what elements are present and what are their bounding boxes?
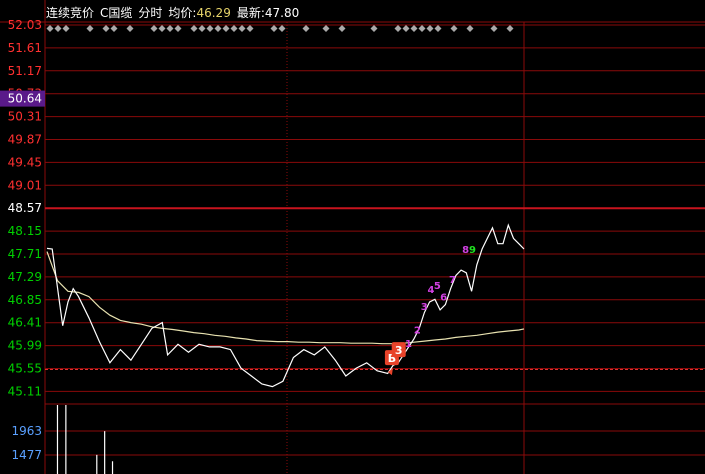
y-tick-label: 51.17 [8,64,42,78]
y-tick-label: 48.15 [8,224,42,238]
signal-number-label: 1 [405,339,412,350]
chart-header: 连续竞价 C国缆 分时 均价:46.29 最新:47.80 [46,5,305,21]
signal-number-label: 9 [469,245,476,256]
y-tick-label: 52.03 [8,18,42,32]
y-tick-label: 49.01 [8,178,42,192]
signal-number-label: 5 [434,281,441,292]
y-tick-label: 46.41 [8,316,42,330]
avg-price-value: 46.29 [196,6,231,20]
avg-price-label: 均价: [168,6,197,20]
y-tick-label: 51.61 [8,41,42,55]
intraday-chart: 52.0351.6151.1750.7350.3149.8749.4549.01… [0,0,705,474]
y-tick-label: 49.87 [8,133,42,147]
view-mode[interactable]: 分时 [138,6,162,20]
signal-number-label: 7 [449,275,456,286]
y-tick-label: 47.29 [8,270,42,284]
signal-number-label: 6 [440,292,447,303]
signal-number-label: 2 [414,326,421,337]
y-tick-label: 47.71 [8,247,42,261]
y-tick-label: 46.85 [8,293,42,307]
y-tick-label: 45.55 [8,362,42,376]
y-tick-label: 49.45 [8,155,42,169]
buy-marker-label: 3 [395,344,403,357]
y-tick-label: 45.99 [8,339,42,353]
y-tick-label: 48.57 [8,201,42,215]
volume-tick-label: 1477 [11,448,42,462]
stock-name[interactable]: C国缆 [100,6,132,20]
trading-phase-label: 连续竞价 [46,6,95,20]
chart-root: 52.0351.6151.1750.7350.3149.8749.4549.01… [0,0,705,474]
last-price-label: 最新: [236,6,265,20]
y-tick-label: 50.31 [8,110,42,124]
signal-number-label: 3 [421,302,428,313]
volume-tick-label: 1963 [11,424,42,438]
y-tick-label: 45.11 [8,384,42,398]
highlighted-tick-label: 50.64 [8,92,42,106]
last-price-value: 47.80 [264,6,300,20]
